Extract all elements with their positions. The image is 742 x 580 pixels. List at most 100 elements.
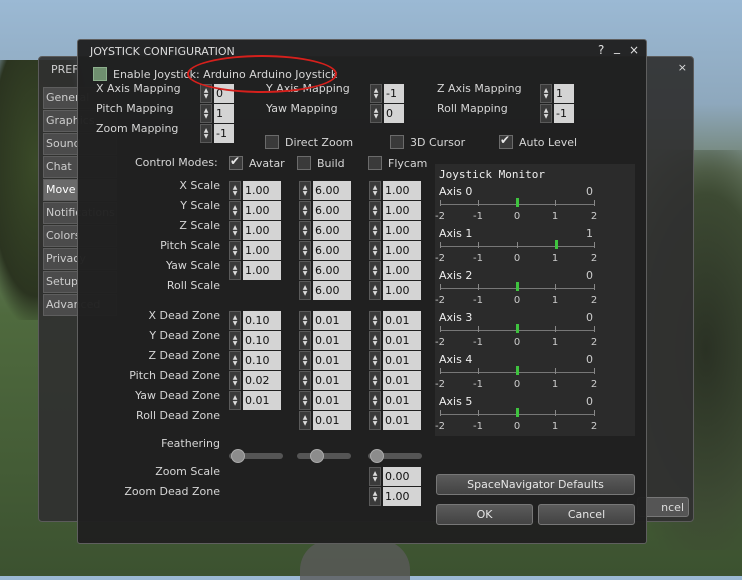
spinner-arrows-icon[interactable]: ▲ ▼ — [229, 201, 241, 220]
dead_zones-build-spinner[interactable]: ▲ ▼ 0.01 — [299, 311, 351, 330]
dead_zones-avatar-spinner-value[interactable]: 0.10 — [243, 351, 281, 370]
mapping-spinner[interactable]: ▲ ▼ 1 — [200, 104, 234, 123]
spinner-arrows-icon[interactable]: ▲ ▼ — [229, 331, 241, 350]
spinner-arrows-icon[interactable]: ▲ ▼ — [299, 201, 311, 220]
spinner-arrows-icon[interactable]: ▲ ▼ — [370, 84, 382, 103]
scales-build-spinner[interactable]: ▲ ▼ 6.00 — [299, 181, 351, 200]
dead_zones-flycam-spinner-value[interactable]: 0.01 — [383, 311, 421, 330]
mapping-spinner[interactable]: ▲ ▼ -1 — [200, 124, 234, 143]
spinner-arrows-icon[interactable]: ▲ ▼ — [229, 181, 241, 200]
dead_zones-avatar-spinner[interactable]: ▲ ▼ 0.10 — [229, 311, 281, 330]
spinner-arrows-icon[interactable]: ▲ ▼ — [540, 104, 552, 123]
build-mode-box[interactable] — [297, 156, 311, 170]
mapping-spinner[interactable]: ▲ ▼ -1 — [370, 84, 404, 103]
mapping-spinner-value[interactable]: 0 — [384, 104, 404, 123]
dead_zones-avatar-spinner-value[interactable]: 0.02 — [243, 371, 281, 390]
spinner-arrows-icon[interactable]: ▲ ▼ — [299, 281, 311, 300]
spinner-arrows-icon[interactable]: ▲ ▼ — [299, 391, 311, 410]
spinner-arrows-icon[interactable]: ▲ ▼ — [369, 241, 381, 260]
dead_zones-flycam-spinner-value[interactable]: 0.01 — [383, 351, 421, 370]
spinner-arrows-icon[interactable]: ▲ ▼ — [370, 104, 382, 123]
scales-avatar-spinner[interactable]: ▲ ▼ 1.00 — [229, 201, 281, 220]
scales-avatar-spinner[interactable]: ▲ ▼ 1.00 — [229, 241, 281, 260]
direct-zoom-checkbox[interactable]: Direct Zoom — [265, 135, 353, 149]
scales-flycam-spinner-value[interactable]: 1.00 — [383, 201, 421, 220]
spinner-arrows-icon[interactable]: ▲ ▼ — [369, 221, 381, 240]
mapping-spinner-value[interactable]: -1 — [384, 84, 404, 103]
feathering-knob-flycam[interactable] — [370, 449, 385, 463]
help-icon[interactable]: ? — [598, 43, 604, 57]
cursor-3d-box[interactable] — [390, 135, 404, 149]
close-icon[interactable]: × — [629, 43, 639, 57]
dead_zones-avatar-spinner[interactable]: ▲ ▼ 0.01 — [229, 391, 281, 410]
spinner-arrows-icon[interactable]: ▲ ▼ — [229, 371, 241, 390]
dead_zones-avatar-spinner-value[interactable]: 0.01 — [243, 391, 281, 410]
mapping-spinner[interactable]: ▲ ▼ -1 — [540, 104, 574, 123]
spinner-arrows-icon[interactable]: ▲ ▼ — [299, 331, 311, 350]
feathering-knob-build[interactable] — [309, 449, 324, 463]
mapping-spinner-value[interactable]: -1 — [214, 124, 234, 143]
scales-avatar-spinner-value[interactable]: 1.00 — [243, 261, 281, 280]
spinner-arrows-icon[interactable]: ▲ ▼ — [369, 351, 381, 370]
dead_zones-avatar-spinner-value[interactable]: 0.10 — [243, 331, 281, 350]
mapping-spinner[interactable]: ▲ ▼ 0 — [370, 104, 404, 123]
spinner-arrows-icon[interactable]: ▲ ▼ — [299, 241, 311, 260]
dead_zones-flycam-spinner-value[interactable]: 0.01 — [383, 391, 421, 410]
dead_zones-build-spinner-value[interactable]: 0.01 — [313, 311, 351, 330]
dead_zones-avatar-spinner[interactable]: ▲ ▼ 0.10 — [229, 351, 281, 370]
spinner-arrows-icon[interactable]: ▲ ▼ — [200, 124, 212, 143]
auto-level-checkbox[interactable]: Auto Level — [499, 133, 577, 149]
dead_zones-flycam-spinner[interactable]: ▲ ▼ 0.01 — [369, 411, 421, 430]
flycam-mode-checkbox[interactable]: Flycam — [368, 156, 427, 170]
preferences-close-icon[interactable]: × — [678, 61, 687, 74]
mapping-spinner-value[interactable]: 1 — [554, 84, 574, 103]
minimize-icon[interactable]: _ — [614, 40, 620, 54]
dead_zones-build-spinner[interactable]: ▲ ▼ 0.01 — [299, 371, 351, 390]
dead_zones-flycam-spinner[interactable]: ▲ ▼ 0.01 — [369, 391, 421, 410]
cancel-button[interactable]: Cancel — [538, 504, 635, 525]
scales-flycam-spinner[interactable]: ▲ ▼ 1.00 — [369, 241, 421, 260]
spinner-arrows-icon[interactable]: ▲ ▼ — [540, 84, 552, 103]
dead_zones-avatar-spinner[interactable]: ▲ ▼ 0.10 — [229, 331, 281, 350]
scales-avatar-spinner[interactable]: ▲ ▼ 1.00 — [229, 181, 281, 200]
scales-flycam-spinner-value[interactable]: 1.00 — [383, 181, 421, 200]
spinner-arrows-icon[interactable]: ▲ ▼ — [299, 371, 311, 390]
dead_zones-avatar-spinner-value[interactable]: 0.10 — [243, 311, 281, 330]
dead_zones-build-spinner-value[interactable]: 0.01 — [313, 411, 351, 430]
zoom-dead-zone-spinner[interactable]: ▲ ▼ 1.00 — [369, 487, 421, 506]
dead_zones-build-spinner-value[interactable]: 0.01 — [313, 351, 351, 370]
dead_zones-avatar-spinner[interactable]: ▲ ▼ 0.02 — [229, 371, 281, 390]
spinner-arrows-icon[interactable]: ▲ ▼ — [369, 281, 381, 300]
scales-flycam-spinner[interactable]: ▲ ▼ 1.00 — [369, 281, 421, 300]
zoom-scale-spinner[interactable]: ▲ ▼ 0.00 — [369, 467, 421, 486]
spinner-arrows-icon[interactable]: ▲ ▼ — [229, 261, 241, 280]
scales-flycam-spinner-value[interactable]: 1.00 — [383, 261, 421, 280]
scales-flycam-spinner[interactable]: ▲ ▼ 1.00 — [369, 261, 421, 280]
feathering-slider-avatar[interactable] — [229, 449, 283, 463]
dead_zones-build-spinner[interactable]: ▲ ▼ 0.01 — [299, 351, 351, 370]
spinner-arrows-icon[interactable]: ▲ ▼ — [369, 467, 381, 486]
scales-avatar-spinner-value[interactable]: 1.00 — [243, 181, 281, 200]
spinner-arrows-icon[interactable]: ▲ ▼ — [369, 311, 381, 330]
spinner-arrows-icon[interactable]: ▲ ▼ — [369, 331, 381, 350]
scales-build-spinner-value[interactable]: 6.00 — [313, 261, 351, 280]
dead_zones-flycam-spinner[interactable]: ▲ ▼ 0.01 — [369, 331, 421, 350]
scales-build-spinner[interactable]: ▲ ▼ 6.00 — [299, 241, 351, 260]
dead_zones-flycam-spinner[interactable]: ▲ ▼ 0.01 — [369, 371, 421, 390]
spinner-arrows-icon[interactable]: ▲ ▼ — [299, 221, 311, 240]
scales-flycam-spinner[interactable]: ▲ ▼ 1.00 — [369, 201, 421, 220]
spinner-arrows-icon[interactable]: ▲ ▼ — [369, 371, 381, 390]
spinner-arrows-icon[interactable]: ▲ ▼ — [299, 411, 311, 430]
cursor-3d-checkbox[interactable]: 3D Cursor — [390, 135, 465, 149]
auto-level-box[interactable] — [499, 133, 513, 149]
spinner-arrows-icon[interactable]: ▲ ▼ — [229, 241, 241, 260]
spinner-arrows-icon[interactable]: ▲ ▼ — [299, 261, 311, 280]
dead_zones-flycam-spinner[interactable]: ▲ ▼ 0.01 — [369, 311, 421, 330]
scales-flycam-spinner-value[interactable]: 1.00 — [383, 281, 421, 300]
scales-avatar-spinner-value[interactable]: 1.00 — [243, 241, 281, 260]
scales-build-spinner[interactable]: ▲ ▼ 6.00 — [299, 281, 351, 300]
spinner-arrows-icon[interactable]: ▲ ▼ — [299, 351, 311, 370]
spinner-arrows-icon[interactable]: ▲ ▼ — [200, 104, 212, 123]
dead_zones-build-spinner[interactable]: ▲ ▼ 0.01 — [299, 331, 351, 350]
dead_zones-build-spinner-value[interactable]: 0.01 — [313, 331, 351, 350]
